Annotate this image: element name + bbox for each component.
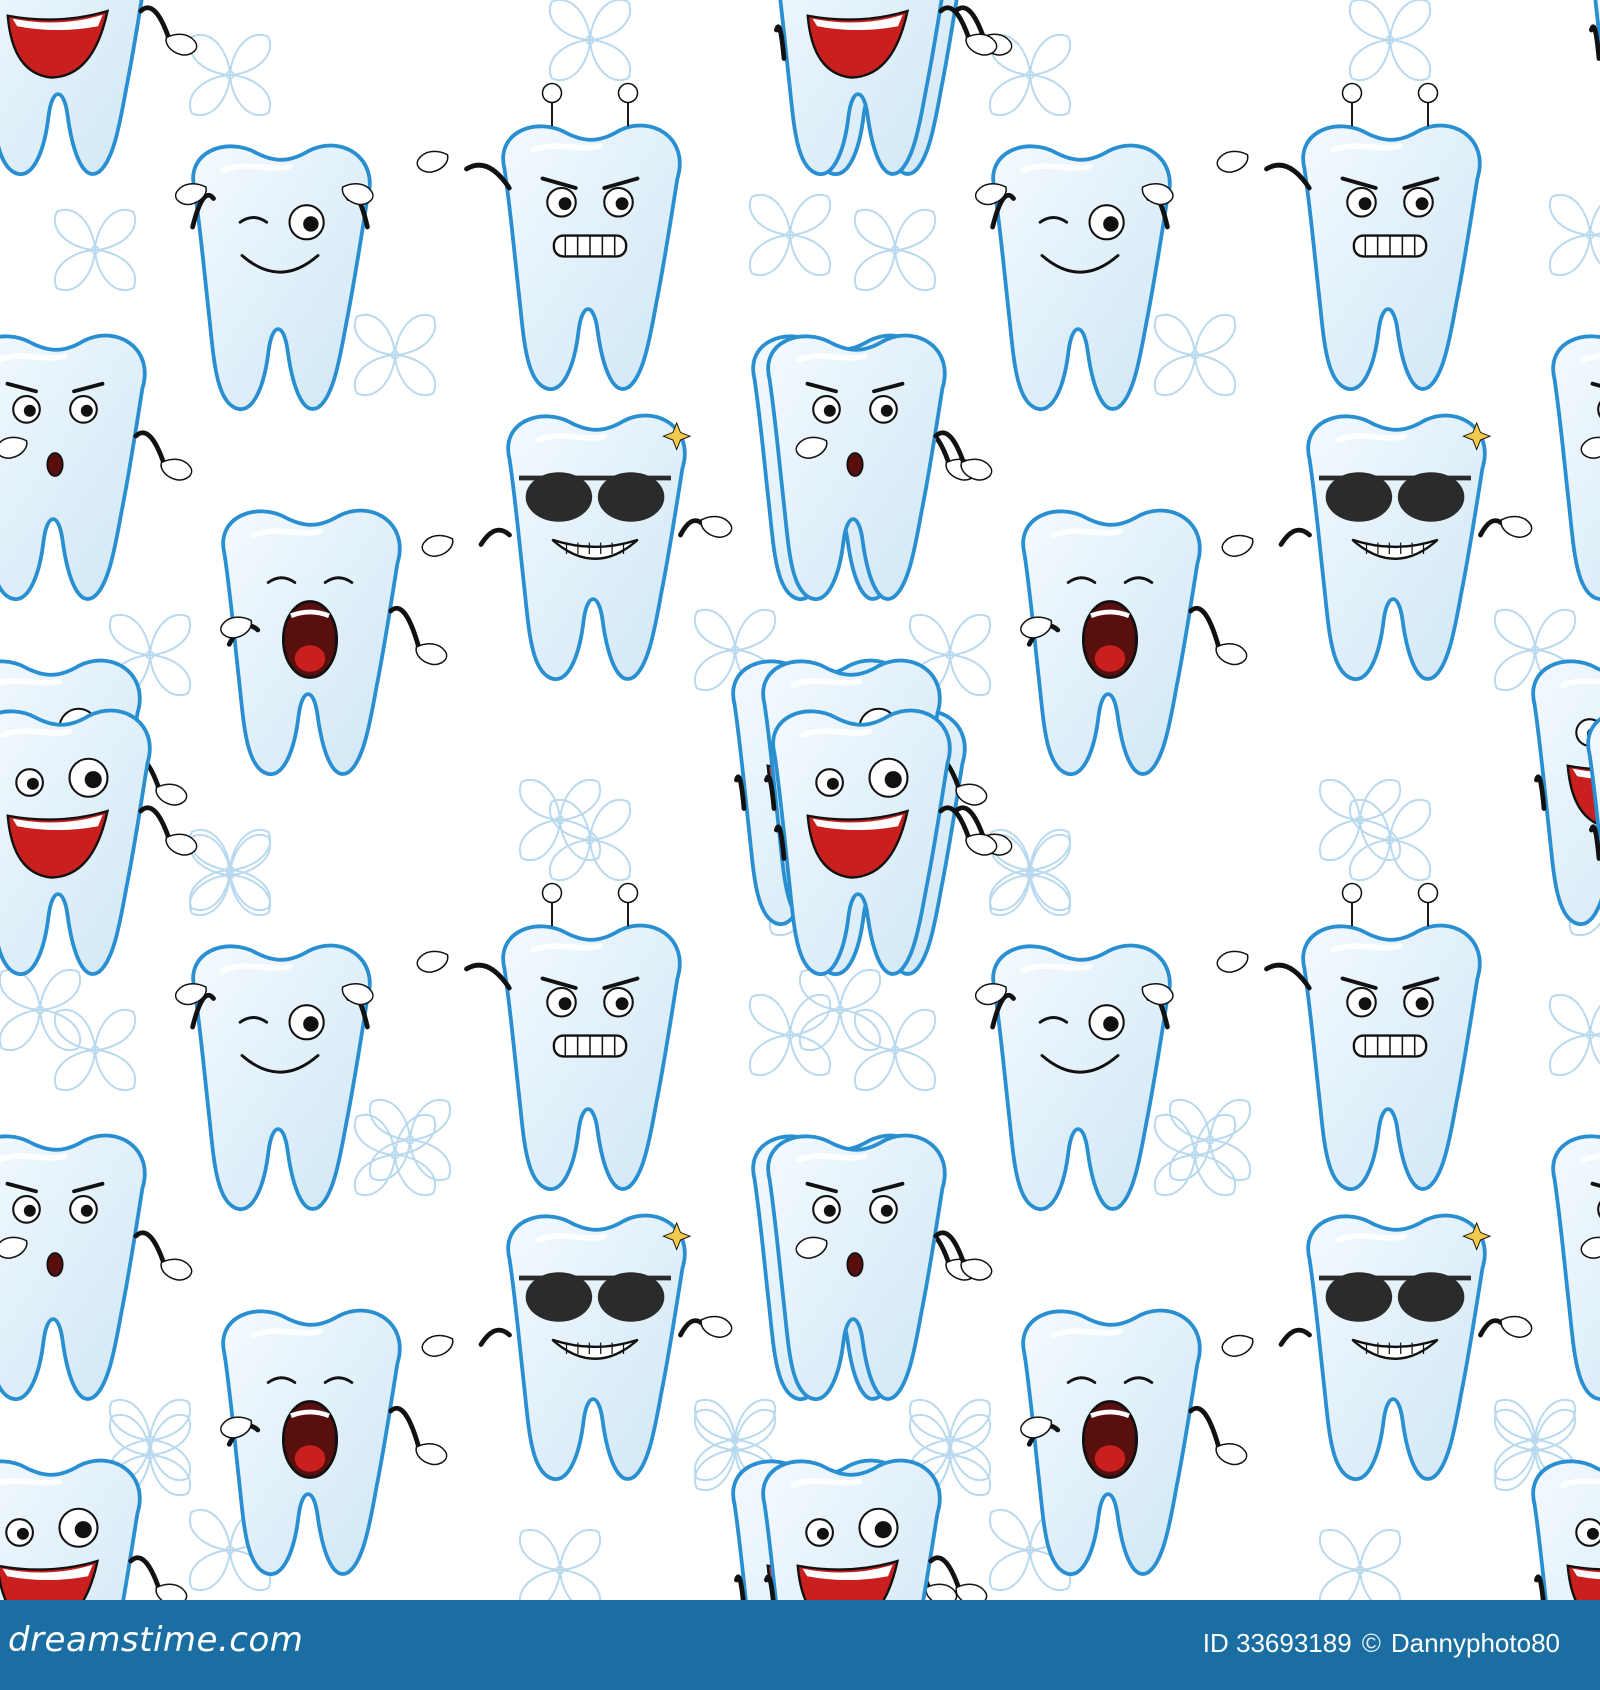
tooth-yawning bbox=[1020, 1308, 1248, 1576]
tooth-laughing bbox=[0, 0, 198, 176]
tooth-laughing bbox=[774, 0, 998, 176]
tooth-laughing bbox=[761, 1458, 988, 1600]
tooth-cool bbox=[421, 413, 733, 681]
image-id: ID 33693189 bbox=[1202, 1628, 1352, 1658]
author-name: Dannyphoto80 bbox=[1390, 1628, 1560, 1658]
tooth-laughing bbox=[1531, 1459, 1600, 1600]
tooth-cool bbox=[1221, 413, 1533, 681]
flower-motif bbox=[853, 208, 937, 292]
flower-motif bbox=[1318, 778, 1402, 862]
copyright-symbol: © bbox=[1361, 1628, 1381, 1658]
tooth-pattern bbox=[0, 0, 1600, 1600]
flower-motif bbox=[1168, 1098, 1252, 1182]
flower-motif bbox=[1153, 1113, 1237, 1197]
tooth-laughing bbox=[1531, 659, 1600, 926]
flower-motif bbox=[1153, 313, 1237, 397]
tooth-winking bbox=[174, 143, 374, 411]
flower-motif bbox=[368, 1098, 452, 1182]
flower-motif bbox=[548, 798, 632, 882]
image-credit: ID 33693189 © Dannyphoto80 bbox=[1203, 1628, 1560, 1659]
tooth-yawning bbox=[220, 508, 448, 776]
tooth-yawning bbox=[220, 1308, 448, 1576]
flower-motif bbox=[188, 33, 272, 117]
flower-motif bbox=[1548, 993, 1600, 1077]
flower-motif bbox=[0, 968, 82, 1052]
tooth-surprised bbox=[0, 1133, 193, 1401]
tooth-angry bbox=[416, 82, 682, 391]
flower-motif bbox=[548, 0, 632, 82]
flower-motif bbox=[748, 193, 832, 277]
flower-motif bbox=[1348, 798, 1432, 882]
tooth-angry bbox=[1216, 882, 1482, 1191]
flower-motif bbox=[1548, 193, 1600, 277]
stock-image: dreamstime.com ID 33693189 © Dannyphoto8… bbox=[0, 0, 1600, 1690]
tooth-cool bbox=[421, 1213, 733, 1481]
flower-motif bbox=[518, 778, 602, 862]
flower-motif bbox=[188, 833, 272, 917]
flower-motif bbox=[518, 1528, 602, 1600]
tooth-angry bbox=[1216, 82, 1482, 391]
tooth-surprised bbox=[1551, 334, 1600, 601]
tooth-laughing bbox=[0, 708, 198, 976]
tooth-yawning bbox=[1020, 508, 1248, 776]
tooth-winking bbox=[174, 943, 374, 1211]
flower-motif bbox=[53, 208, 137, 292]
tooth-laughing bbox=[1589, 0, 1600, 61]
dreamstime-logo: dreamstime.com bbox=[8, 1620, 304, 1660]
flower-motif bbox=[353, 313, 437, 397]
flower-motif bbox=[1348, 0, 1432, 82]
flower-motif bbox=[748, 993, 832, 1077]
tooth-surprised bbox=[1551, 1134, 1600, 1401]
flower-motif bbox=[353, 1113, 437, 1197]
tooth-winking bbox=[974, 943, 1174, 1211]
flower-motif bbox=[1318, 1528, 1402, 1600]
watermark-footer: dreamstime.com ID 33693189 © Dannyphoto8… bbox=[0, 1600, 1600, 1690]
tooth-winking bbox=[974, 143, 1174, 411]
tooth-angry bbox=[416, 882, 682, 1191]
tooth-surprised bbox=[0, 333, 193, 601]
tooth-cool bbox=[1221, 1213, 1533, 1481]
